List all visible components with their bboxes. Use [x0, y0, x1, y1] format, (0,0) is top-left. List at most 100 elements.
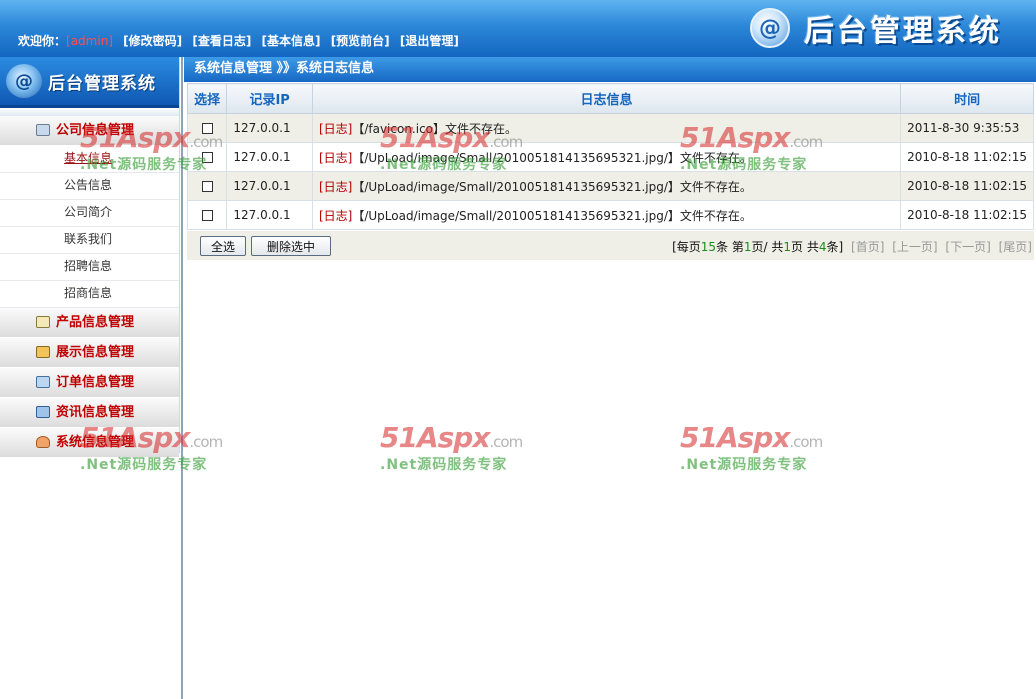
watermark-brand: 51Aspx [680, 421, 790, 454]
row-time: 2010-8-18 11:02:15 [900, 142, 1034, 172]
table-row: 127.0.0.1 [日志]【/favicon.ico】文件不存在。 2011-… [186, 113, 1034, 143]
pager-text: 页/ 共 [751, 240, 784, 254]
pager-per-page: 15 [700, 240, 717, 254]
welcome-label: 欢迎你： [18, 34, 67, 48]
row-select-cell [186, 113, 228, 143]
sidebar-section-label: 订单信息管理 [56, 375, 135, 390]
row-ip: 127.0.0.1 [226, 171, 313, 201]
pager-total-pages: 1 [783, 240, 792, 254]
table-row: 127.0.0.1 [日志]【/UpLoad/image/Small/20100… [186, 171, 1034, 201]
pager-text: 条] [826, 240, 844, 254]
user-icon [36, 436, 50, 448]
sidebar-section-label: 公司信息管理 [56, 123, 135, 138]
table-row: 127.0.0.1 [日志]【/UpLoad/image/Small/20100… [186, 142, 1034, 172]
basic-info-link[interactable]: [基本信息] [262, 34, 321, 48]
col-header-select: 选择 [186, 83, 228, 114]
welcome-bar: 欢迎你：[admin] [修改密码] [查看日志] [基本信息] [预览前台] … [18, 32, 459, 49]
pager-last-link[interactable]: [尾页] [999, 240, 1032, 254]
row-message-cell: [日志]【/favicon.ico】文件不存在。 [311, 113, 902, 143]
watermark-domain: .com [789, 433, 823, 451]
logout-link[interactable]: [退出管理] [400, 34, 459, 48]
row-checkbox[interactable] [201, 152, 213, 163]
sidebar-section-label: 展示信息管理 [56, 345, 135, 360]
pager-text: 页 共 [791, 240, 819, 254]
pager-next-link[interactable]: [下一页] [945, 240, 990, 254]
row-select-cell [186, 171, 228, 201]
sidebar-section-label: 资讯信息管理 [56, 405, 135, 420]
watermark-slogan: .Net源码服务专家 [80, 457, 208, 473]
row-checkbox[interactable] [201, 210, 213, 221]
breadcrumb: 系统信息管理 》》系统日志信息 [184, 57, 1036, 82]
row-time: 2010-8-18 11:02:15 [900, 171, 1034, 201]
sidebar-section-company[interactable]: 公司信息管理 [0, 116, 179, 146]
row-message: 【/UpLoad/image/Small/2010051814135695321… [352, 150, 752, 165]
sidebar-section-label: 产品信息管理 [56, 315, 135, 330]
table-footer: 全选 删除选中 [每页15条 第1页/ 共1页 共4条] [首页] [上一页] … [187, 231, 1034, 260]
logo-title: 后台管理系统 [804, 14, 1002, 49]
col-header-message: 日志信息 [311, 83, 902, 114]
row-checkbox[interactable] [201, 181, 213, 192]
row-message: 【/UpLoad/image/Small/2010051814135695321… [352, 179, 752, 194]
sidebar-item-contact-us[interactable]: 联系我们 [0, 227, 179, 254]
row-select-cell [186, 142, 228, 172]
pager-first-link[interactable]: [首页] [851, 240, 884, 254]
watermark-slogan: .Net源码服务专家 [680, 457, 808, 473]
watermark-domain: .com [489, 433, 523, 451]
pager-total-records: 4 [818, 240, 827, 254]
top-header: 欢迎你：[admin] [修改密码] [查看日志] [基本信息] [预览前台] … [0, 0, 1036, 57]
username-label: [admin] [66, 34, 113, 48]
globe-logo-icon: @ [6, 64, 42, 98]
select-all-button[interactable]: 全选 [200, 236, 246, 256]
edit-icon [36, 376, 50, 388]
watermark-slogan: .Net源码服务专家 [380, 457, 508, 473]
sidebar-section-orders[interactable]: 订单信息管理 [0, 368, 179, 398]
change-password-link[interactable]: [修改密码] [123, 34, 182, 48]
log-tag: [日志] [318, 121, 353, 136]
watermark-domain: .com [189, 433, 223, 451]
log-table: 选择 记录IP 日志信息 时间 127.0.0.1 [日志]【/favicon.… [186, 83, 1034, 230]
row-ip: 127.0.0.1 [226, 200, 313, 230]
sidebar: @ 后台管理系统 公司信息管理 基本信息 公告信息 公司简介 联系我们 招聘信息… [0, 57, 180, 458]
pager: [每页15条 第1页/ 共1页 共4条] [首页] [上一页] [下一页] [尾… [672, 238, 1032, 255]
header-logo: @ 后台管理系统 [750, 4, 1002, 52]
sidebar-item-announcements[interactable]: 公告信息 [0, 173, 179, 200]
pager-text: 条 第 [716, 240, 744, 254]
preview-frontend-link[interactable]: [预览前台] [331, 34, 390, 48]
watermark-brand: 51Aspx [380, 421, 490, 454]
watermark: 51Aspx.com .Net源码服务专家 [680, 421, 830, 474]
at-logo-icon: @ [750, 8, 790, 48]
sidebar-section-label: 系统信息管理 [56, 435, 135, 450]
pager-prev-link[interactable]: [上一页] [892, 240, 937, 254]
log-tag: [日志] [318, 150, 353, 165]
row-ip: 127.0.0.1 [226, 142, 313, 172]
pager-text: [每页 [672, 240, 701, 254]
sidebar-item-company-profile[interactable]: 公司简介 [0, 200, 179, 227]
notepad-icon [36, 316, 50, 328]
table-header-row: 选择 记录IP 日志信息 时间 [186, 83, 1034, 114]
log-tag: [日志] [318, 179, 353, 194]
table-row: 127.0.0.1 [日志]【/UpLoad/image/Small/20100… [186, 200, 1034, 230]
sidebar-separator [0, 108, 179, 116]
sidebar-section-showcase[interactable]: 展示信息管理 [0, 338, 179, 368]
sidebar-item-recruitment[interactable]: 招聘信息 [0, 254, 179, 281]
sidebar-brand-title: 后台管理系统 [48, 73, 156, 94]
row-checkbox[interactable] [201, 123, 213, 134]
log-tag: [日志] [318, 208, 353, 223]
row-message-cell: [日志]【/UpLoad/image/Small/201005181413569… [311, 142, 902, 172]
pager-current: 1 [743, 240, 752, 254]
sidebar-section-products[interactable]: 产品信息管理 [0, 308, 179, 338]
sidebar-item-basic-info[interactable]: 基本信息 [0, 146, 179, 173]
col-header-ip: 记录IP [226, 83, 313, 114]
sidebar-item-investment[interactable]: 招商信息 [0, 281, 179, 308]
watermark: 51Aspx.com .Net源码服务专家 [380, 421, 530, 474]
delete-selected-button[interactable]: 删除选中 [251, 236, 331, 256]
row-message: 【/UpLoad/image/Small/2010051814135695321… [352, 208, 752, 223]
view-log-link[interactable]: [查看日志] [192, 34, 251, 48]
sidebar-section-system[interactable]: 系统信息管理 [0, 428, 179, 458]
folder-icon [36, 346, 50, 358]
sidebar-section-news[interactable]: 资讯信息管理 [0, 398, 179, 428]
row-select-cell [186, 200, 228, 230]
row-message-cell: [日志]【/UpLoad/image/Small/201005181413569… [311, 171, 902, 201]
news-icon [36, 406, 50, 418]
row-time: 2010-8-18 11:02:15 [900, 200, 1034, 230]
